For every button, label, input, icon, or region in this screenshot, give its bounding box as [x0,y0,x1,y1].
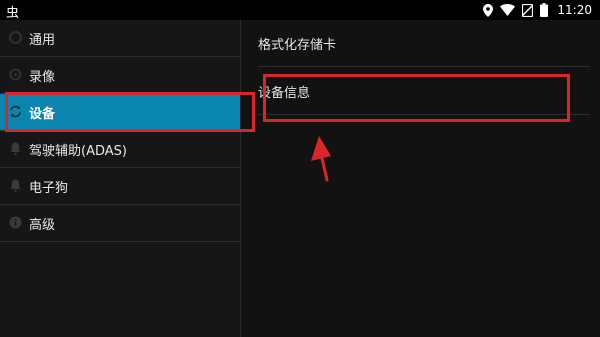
detail-pane: 格式化存储卡 设备信息 [241,20,600,337]
notification-icon: 虫 [6,6,20,21]
menu-item-device[interactable]: 设备 [0,94,240,131]
menu-item-label: 设备 [29,106,56,122]
device-info-label: 设备信息 [258,85,311,101]
menu-item-label: 高级 [29,217,56,233]
no-sim-icon [522,3,534,17]
settings-icon [9,31,22,44]
menu-item-general[interactable]: 通用 [0,20,240,57]
menu-item-label: 电子狗 [29,180,69,196]
bell-icon [10,179,21,192]
menu-item-label: 录像 [29,69,56,85]
sync-icon [10,105,21,118]
menu-item-advanced[interactable]: 高级 [0,205,240,242]
menu-item-label: 通用 [29,32,56,48]
menu-item-adas[interactable]: 驾驶辅助(ADAS) [0,131,240,168]
battery-icon [540,3,549,17]
menu-item-recording[interactable]: 录像 [0,57,240,94]
list-divider [258,114,590,115]
menu-item-label: 驾驶辅助(ADAS) [29,143,127,159]
status-icons: 11:20 [483,2,592,18]
info-icon [9,216,22,229]
bell-icon [10,142,21,155]
video-icon [9,68,22,81]
clock: 11:20 [557,3,592,17]
list-divider [258,66,590,67]
status-bar: 虫 11:20 [0,0,600,21]
settings-menu: 通用 录像 设备 驾驶辅助(ADAS) 电子狗 高级 [0,20,240,337]
wifi-icon [500,4,516,16]
location-icon [483,3,494,17]
format-storage-card-item[interactable]: 格式化存储卡 [258,20,590,66]
menu-item-radar[interactable]: 电子狗 [0,168,240,205]
device-info-item[interactable]: 设备信息 [258,68,590,114]
format-storage-card-label: 格式化存储卡 [258,37,337,53]
